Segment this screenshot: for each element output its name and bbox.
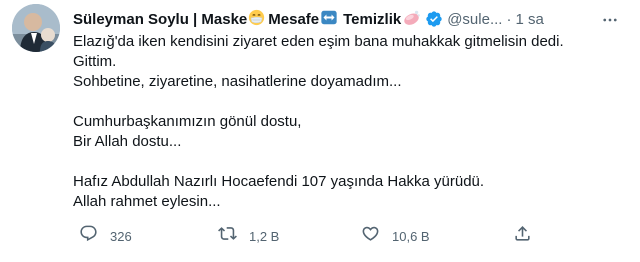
- tweet-header: Süleyman Soylu | Maske Mesafe Temizlik @…: [73, 8, 626, 30]
- like-icon: [361, 224, 380, 248]
- tweet-text-line: Sohbetine, ziyaretine, nasihatlerine doy…: [73, 73, 402, 90]
- soap-emoji-icon: [402, 9, 421, 30]
- like-count: 10,6 B: [392, 228, 430, 244]
- tweet-text-line: Bir Allah dostu...: [73, 133, 182, 150]
- tweet-text-line: Elazığ'da iken kendisini ziyaret eden eş…: [73, 33, 564, 50]
- reply-button[interactable]: 326: [79, 224, 132, 248]
- tweet-actions: 326 1,2 B 10,6 B: [73, 224, 533, 248]
- mask-emoji-icon: [248, 9, 265, 30]
- tweet-text-blank-line: [73, 92, 620, 112]
- author-name[interactable]: Süleyman Soylu | Maske Mesafe Temizlik: [73, 9, 422, 30]
- left-right-arrow-emoji-icon: [320, 9, 338, 30]
- tweet-timestamp[interactable]: 1 sa: [515, 11, 543, 28]
- retweet-count: 1,2 B: [249, 228, 280, 244]
- avatar[interactable]: [12, 4, 60, 52]
- tweet-text: Elazığ'da iken kendisini ziyaret eden eş…: [73, 32, 620, 212]
- reply-icon: [79, 224, 98, 248]
- avatar-image: [12, 4, 60, 52]
- tweet[interactable]: Süleyman Soylu | Maske Mesafe Temizlik @…: [0, 0, 640, 262]
- separator-dot: ·: [506, 10, 512, 28]
- tweet-text-line: Hafız Abdullah Nazırlı Hocaefendi 107 ya…: [73, 173, 485, 190]
- author-name-part3: Temizlik: [343, 10, 402, 28]
- tweet-text-blank-line: [73, 152, 620, 172]
- verified-badge-icon: [425, 10, 443, 28]
- retweet-icon: [218, 224, 237, 248]
- tweet-text-line: Gittim.: [73, 53, 117, 70]
- tweet-text-line: Allah rahmet eylesin...: [73, 193, 221, 210]
- tweet-text-line: Cumhurbaşkanımızın gönül dostu,: [73, 113, 302, 130]
- author-name-part1: Süleyman Soylu | Maske: [73, 10, 248, 28]
- like-button[interactable]: 10,6 B: [361, 226, 430, 246]
- more-options-icon[interactable]: [600, 10, 620, 30]
- share-button[interactable]: [513, 226, 532, 246]
- author-name-part2: Mesafe: [268, 10, 320, 28]
- share-icon: [513, 224, 532, 248]
- retweet-button[interactable]: 1,2 B: [218, 226, 279, 246]
- reply-count: 326: [110, 228, 132, 244]
- author-handle[interactable]: @sule...: [447, 11, 502, 28]
